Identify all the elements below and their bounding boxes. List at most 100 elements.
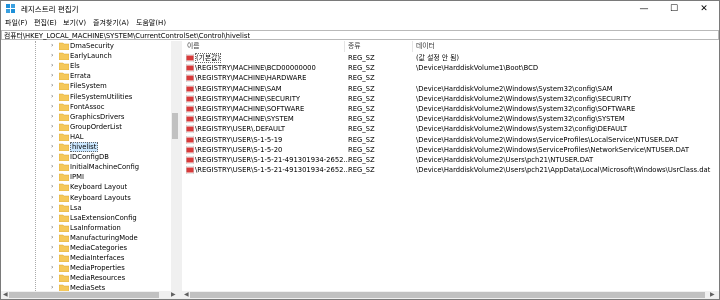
folder-icon <box>59 113 69 121</box>
value-type: REG_SZ <box>348 105 375 113</box>
value-data: (값 설정 안 됨) <box>416 54 460 62</box>
expand-chevron-icon[interactable]: › <box>51 214 53 221</box>
tree-item-label: Keyboard Layout <box>70 183 128 192</box>
tree-item[interactable]: › MediaProperties <box>1 263 171 273</box>
expand-chevron-icon[interactable]: › <box>51 163 53 170</box>
string-value-icon <box>186 115 194 124</box>
tree-item[interactable]: › IPMI <box>1 172 171 182</box>
expand-chevron-icon[interactable]: › <box>51 194 53 201</box>
expand-chevron-icon[interactable]: › <box>51 234 53 241</box>
tree-item[interactable]: › LsaExtensionConfig <box>1 213 171 223</box>
expand-chevron-icon[interactable]: › <box>51 52 53 59</box>
menu-help[interactable]: 도움말(H) <box>136 18 166 28</box>
key-tree: › DmaSecurity › EarlyLaunch › Els › Errata › File… <box>1 41 179 299</box>
tree-horizontal-scrollbar[interactable]: ◀ ▶ <box>1 291 179 299</box>
maximize-button[interactable]: ☐ <box>659 1 689 17</box>
folder-icon <box>59 62 69 71</box>
expand-chevron-icon[interactable]: › <box>51 274 53 281</box>
tree-vertical-scrollbar[interactable] <box>171 41 179 291</box>
column-header-type[interactable]: 종류 <box>348 41 361 52</box>
value-row[interactable]: \REGISTRY\MACHINE\BCD00000000 REG_SZ \Devi… <box>182 63 719 73</box>
value-row[interactable]: \REGISTRY\USER\S-1-5-21-491301934-2652..… <box>182 155 719 165</box>
tree-item-label: FontAssoc <box>70 102 105 111</box>
tree-item[interactable]: › Errata <box>1 71 171 81</box>
value-row[interactable]: \REGISTRY\MACHINE\SOFTWARE REG_SZ \Device\… <box>182 104 719 114</box>
tree-item-label: Els <box>70 62 80 71</box>
tree-item[interactable]: › Keyboard Layouts <box>1 193 171 203</box>
close-button[interactable]: ✕ <box>689 1 719 17</box>
expand-chevron-icon[interactable]: › <box>51 93 53 100</box>
tree-item[interactable]: › Lsa <box>1 203 171 213</box>
tree-item[interactable]: › Els <box>1 61 171 71</box>
scroll-right-arrow-icon[interactable]: ▶ <box>710 291 715 299</box>
expand-chevron-icon[interactable]: › <box>51 254 53 261</box>
value-row[interactable]: \REGISTRY\USER\S-1-5-21-491301934-2652..… <box>182 165 719 175</box>
expand-chevron-icon[interactable]: › <box>51 204 53 211</box>
column-separator[interactable] <box>344 41 345 52</box>
scroll-right-arrow-icon[interactable]: ▶ <box>171 291 176 299</box>
tree-item[interactable]: › LsaInformation <box>1 223 171 233</box>
expand-chevron-icon[interactable]: › <box>51 183 53 190</box>
column-separator[interactable] <box>412 41 413 52</box>
tree-item[interactable]: › FontAssoc <box>1 102 171 112</box>
expand-chevron-icon[interactable]: › <box>51 72 53 79</box>
value-name: \REGISTRY\MACHINE\SYSTEM <box>195 115 294 124</box>
value-row[interactable]: \REGISTRY\USER\S-1-5-20 REG_SZ \Device\Har… <box>182 145 719 155</box>
value-type: REG_SZ <box>348 156 375 164</box>
expand-chevron-icon[interactable]: › <box>51 123 53 130</box>
expand-chevron-icon[interactable]: › <box>51 133 53 140</box>
folder-icon <box>59 123 69 131</box>
values-horizontal-scrollbar[interactable]: ◀ ▶ <box>182 291 719 299</box>
value-row[interactable]: \REGISTRY\USER\S-1-5-19 REG_SZ \Device\Har… <box>182 135 719 145</box>
tree-item[interactable]: › ManufacturingMode <box>1 233 171 243</box>
tree-item[interactable]: › HAL <box>1 132 171 142</box>
tree-item-label: HAL <box>70 132 84 141</box>
tree-hscroll-thumb[interactable] <box>9 292 159 298</box>
tree-item[interactable]: › EarlyLaunch <box>1 51 171 61</box>
values-hscroll-thumb[interactable] <box>190 292 705 298</box>
menu-file[interactable]: 파일(F) <box>5 18 27 28</box>
tree-item[interactable]: › InitialMachineConfig <box>1 162 171 172</box>
tree-item-label: IPMI <box>70 173 84 182</box>
expand-chevron-icon[interactable]: › <box>51 173 53 180</box>
address-bar[interactable]: 컴퓨터\HKEY_LOCAL_MACHINE\SYSTEM\CurrentCon… <box>1 30 719 40</box>
tree-item[interactable]: › MediaInterfaces <box>1 253 171 263</box>
expand-chevron-icon[interactable]: › <box>51 153 53 160</box>
tree-item[interactable]: › GraphicsDrivers <box>1 112 171 122</box>
tree-item[interactable]: › FileSystem <box>1 81 171 91</box>
column-header-data[interactable]: 데이터 <box>416 41 435 52</box>
expand-chevron-icon[interactable]: › <box>51 82 53 89</box>
expand-chevron-icon[interactable]: › <box>51 42 53 49</box>
expand-chevron-icon[interactable]: › <box>51 244 53 251</box>
value-row[interactable]: \REGISTRY\MACHINE\SAM REG_SZ \Device\Hardd… <box>182 84 719 94</box>
value-data: \Device\HarddiskVolume2\Windows\System32… <box>416 84 613 93</box>
tree-item[interactable]: › MediaResources <box>1 273 171 283</box>
value-row[interactable]: \REGISTRY\MACHINE\SYSTEM REG_SZ \Device\Ha… <box>182 114 719 124</box>
value-row[interactable]: \REGISTRY\MACHINE\HARDWARE REG_SZ <box>182 73 719 83</box>
value-row[interactable]: (기본값) REG_SZ (값 설정 안 됨) <box>182 53 719 63</box>
tree-item[interactable]: › MediaCategories <box>1 243 171 253</box>
tree-item[interactable]: › GroupOrderList <box>1 122 171 132</box>
tree-scroll-thumb[interactable] <box>172 113 178 139</box>
menu-view[interactable]: 보기(V) <box>63 18 86 28</box>
tree-item[interactable]: › hivelist <box>1 142 171 152</box>
minimize-button[interactable]: — <box>629 1 659 17</box>
value-name: \REGISTRY\MACHINE\BCD00000000 <box>195 64 316 73</box>
scroll-left-arrow-icon[interactable]: ◀ <box>184 291 189 299</box>
expand-chevron-icon[interactable]: › <box>51 264 53 271</box>
tree-item[interactable]: › Keyboard Layout <box>1 182 171 192</box>
menu-favorites[interactable]: 즐겨찾기(A) <box>93 18 129 28</box>
expand-chevron-icon[interactable]: › <box>51 103 53 110</box>
scroll-left-arrow-icon[interactable]: ◀ <box>3 291 8 299</box>
expand-chevron-icon[interactable]: › <box>51 143 53 150</box>
value-row[interactable]: \REGISTRY\MACHINE\SECURITY REG_SZ \Device\… <box>182 94 719 104</box>
expand-chevron-icon[interactable]: › <box>51 62 53 69</box>
menu-edit[interactable]: 편집(E) <box>34 18 57 28</box>
expand-chevron-icon[interactable]: › <box>51 224 53 231</box>
tree-item[interactable]: › DmaSecurity <box>1 41 171 51</box>
column-header-name[interactable]: 이름 <box>187 41 200 52</box>
tree-item[interactable]: › IDConfigDB <box>1 152 171 162</box>
tree-item[interactable]: › FileSystemUtilities <box>1 92 171 102</box>
value-row[interactable]: \REGISTRY\USER\.DEFAULT REG_SZ \Device\Har… <box>182 124 719 134</box>
expand-chevron-icon[interactable]: › <box>51 113 53 120</box>
